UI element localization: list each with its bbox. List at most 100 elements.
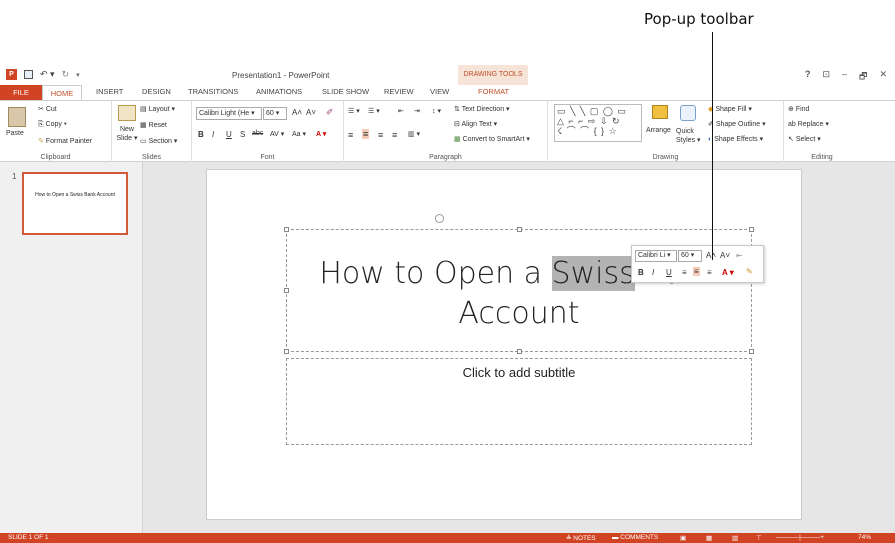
popup-grow-font-icon[interactable]: A˄ <box>706 251 716 260</box>
tab-insert[interactable]: INSERT <box>96 87 123 96</box>
resize-handle[interactable] <box>517 227 522 232</box>
italic-button[interactable]: I <box>212 130 214 139</box>
resize-handle[interactable] <box>284 227 289 232</box>
resize-handle[interactable] <box>284 349 289 354</box>
binoculars-icon: ⊕ <box>788 106 796 113</box>
font-color-button[interactable]: A ▾ <box>316 130 326 138</box>
replace-button[interactable]: ab Replace ▾ <box>788 120 829 128</box>
help-icon[interactable]: ? <box>805 69 811 85</box>
clear-formatting-icon[interactable]: ✐ <box>326 107 334 118</box>
decrease-indent-button[interactable]: ⇤ <box>398 107 404 115</box>
arrange-button[interactable]: Arrange <box>646 127 671 134</box>
bullets-button[interactable]: ☰ ▾ <box>348 107 360 115</box>
slide-thumbnail[interactable]: How to Open a Swiss Bank Account <box>22 172 128 235</box>
popup-align-left-button[interactable]: ≡ <box>682 268 687 277</box>
popup-shrink-font-icon[interactable]: A˅ <box>720 251 730 260</box>
resize-handle[interactable] <box>517 349 522 354</box>
underline-button[interactable]: U <box>226 130 232 139</box>
normal-view-icon[interactable]: ▣ <box>680 534 686 542</box>
slide-sorter-icon[interactable]: ▦ <box>706 534 712 542</box>
popup-align-right-button[interactable]: ≡ <box>707 268 712 277</box>
layout-button[interactable]: ▤ Layout ▾ <box>140 105 175 113</box>
find-button[interactable]: ⊕ Find <box>788 105 809 113</box>
subtitle-placeholder[interactable]: Click to add subtitle <box>286 358 752 445</box>
undo-icon[interactable]: ↶ ▾ <box>40 69 55 80</box>
font-name-combo[interactable]: Calibri Light (He ▾ <box>196 107 262 120</box>
align-right-button[interactable]: ≡ <box>378 130 383 140</box>
cut-button[interactable]: ✂ Cut <box>38 105 57 113</box>
justify-button[interactable]: ≡ <box>392 130 397 140</box>
section-button[interactable]: ▭ Section ▾ <box>140 137 177 145</box>
slide-thumbnail-pane[interactable]: 1 How to Open a Swiss Bank Account <box>0 162 143 533</box>
tab-review[interactable]: REVIEW <box>384 87 414 96</box>
popup-underline-button[interactable]: U <box>666 268 672 277</box>
strikethrough-button[interactable]: abc <box>252 130 263 137</box>
popup-size-combo[interactable]: 60 ▾ <box>678 250 702 262</box>
new-slide-icon[interactable] <box>118 105 136 121</box>
center-button[interactable]: ≡ <box>362 129 370 139</box>
save-icon[interactable] <box>24 70 33 79</box>
copy-button[interactable]: ⎘ Copy ▾ <box>38 121 67 129</box>
shape-outline-button[interactable]: ✐ Shape Outline ▾ <box>708 120 766 128</box>
minimize-icon[interactable]: – <box>842 69 847 85</box>
shadow-button[interactable]: S <box>240 130 245 139</box>
popup-font-combo[interactable]: Calibri Li ▾ <box>635 250 677 262</box>
text-direction-button[interactable]: ⇅ Text Direction ▾ <box>454 105 510 113</box>
paragraph-label: Paragraph <box>429 154 462 161</box>
align-text-button[interactable]: ⊟ Align Text ▾ <box>454 120 497 128</box>
new-slide-button[interactable]: New Slide ▾ <box>114 125 140 143</box>
tab-design[interactable]: DESIGN <box>142 87 171 96</box>
resize-handle[interactable] <box>749 349 754 354</box>
quick-styles-button[interactable]: Quick Styles ▾ <box>676 127 702 145</box>
slideshow-icon[interactable]: ⊤ <box>756 534 762 542</box>
tab-slide-show[interactable]: SLIDE SHOW <box>322 87 369 96</box>
shape-fill-button[interactable]: ◆ Shape Fill ▾ <box>708 105 752 113</box>
columns-button[interactable]: ▥ ▾ <box>408 130 420 138</box>
line-spacing-button[interactable]: ↕ ▾ <box>432 107 441 115</box>
popup-center-button[interactable]: ≡ <box>693 267 700 276</box>
reading-view-icon[interactable]: ▥ <box>732 534 738 542</box>
convert-smartart-button[interactable]: ▦ Convert to SmartArt ▾ <box>454 135 530 143</box>
document-title: Presentation1 - PowerPoint <box>232 71 330 80</box>
rotate-handle[interactable] <box>435 214 444 223</box>
align-left-button[interactable]: ≡ <box>348 130 353 140</box>
popup-italic-button[interactable]: I <box>652 268 654 277</box>
tab-format[interactable]: FORMAT <box>478 87 509 96</box>
font-size-combo[interactable]: 60 ▾ <box>263 107 287 120</box>
copy-icon: ⎘ <box>38 121 46 128</box>
grow-font-icon[interactable]: A˄ <box>292 108 302 117</box>
redo-icon[interactable]: ↻ <box>62 69 70 80</box>
restore-icon[interactable]: 🗗 <box>859 69 867 85</box>
shapes-gallery[interactable]: ▭ ╲ ╲ ▢ ◯ ▭ △ ⌐ ⌐ ⇨ ⇩ ↻ ☇ ⌒ ⌒ { } ☆ <box>554 104 642 142</box>
character-spacing-button[interactable]: AV ▾ <box>270 130 284 138</box>
resize-handle[interactable] <box>749 227 754 232</box>
change-case-button[interactable]: Aa ▾ <box>292 130 306 138</box>
shrink-font-icon[interactable]: A˅ <box>306 108 316 117</box>
close-icon[interactable]: ✕ <box>879 69 887 85</box>
increase-indent-button[interactable]: ⇥ <box>414 107 420 115</box>
drawing-group: ▭ ╲ ╲ ▢ ◯ ▭ △ ⌐ ⌐ ⇨ ⇩ ↻ ☇ ⌒ ⌒ { } ☆ Arra… <box>548 101 784 163</box>
popup-font-color-button[interactable]: A ▾ <box>722 268 734 277</box>
ribbon-display-icon[interactable]: ⊡ <box>822 69 830 85</box>
select-button[interactable]: ↖ Select ▾ <box>788 135 821 143</box>
tab-view[interactable]: VIEW <box>430 87 449 96</box>
notes-button[interactable]: ≜ NOTES <box>566 534 596 542</box>
numbering-button[interactable]: ☰ ▾ <box>368 107 380 115</box>
popup-format-painter-icon[interactable]: ✎ <box>746 267 753 276</box>
paste-icon[interactable] <box>8 107 26 127</box>
reset-button[interactable]: ▦ Reset <box>140 121 167 129</box>
customize-qat-icon[interactable]: ▾ <box>76 71 80 79</box>
zoom-level[interactable]: 74% <box>858 534 871 541</box>
tab-home[interactable]: HOME <box>42 85 82 101</box>
zoom-slider[interactable]: –———|———+ <box>776 534 824 541</box>
popup-indent-icon[interactable]: ⇤ <box>736 251 743 260</box>
format-painter-button[interactable]: ✎ Format Painter <box>38 137 92 145</box>
comments-button[interactable]: ▬ COMMENTS <box>612 534 658 541</box>
tab-transitions[interactable]: TRANSITIONS <box>188 87 238 96</box>
tab-file[interactable]: FILE <box>0 85 42 100</box>
popup-bold-button[interactable]: B <box>638 268 644 277</box>
shape-effects-button[interactable]: ◐ Shape Effects ▾ <box>708 135 763 143</box>
paste-button[interactable]: Paste <box>6 130 24 137</box>
tab-animations[interactable]: ANIMATIONS <box>256 87 302 96</box>
bold-button[interactable]: B <box>198 130 204 139</box>
